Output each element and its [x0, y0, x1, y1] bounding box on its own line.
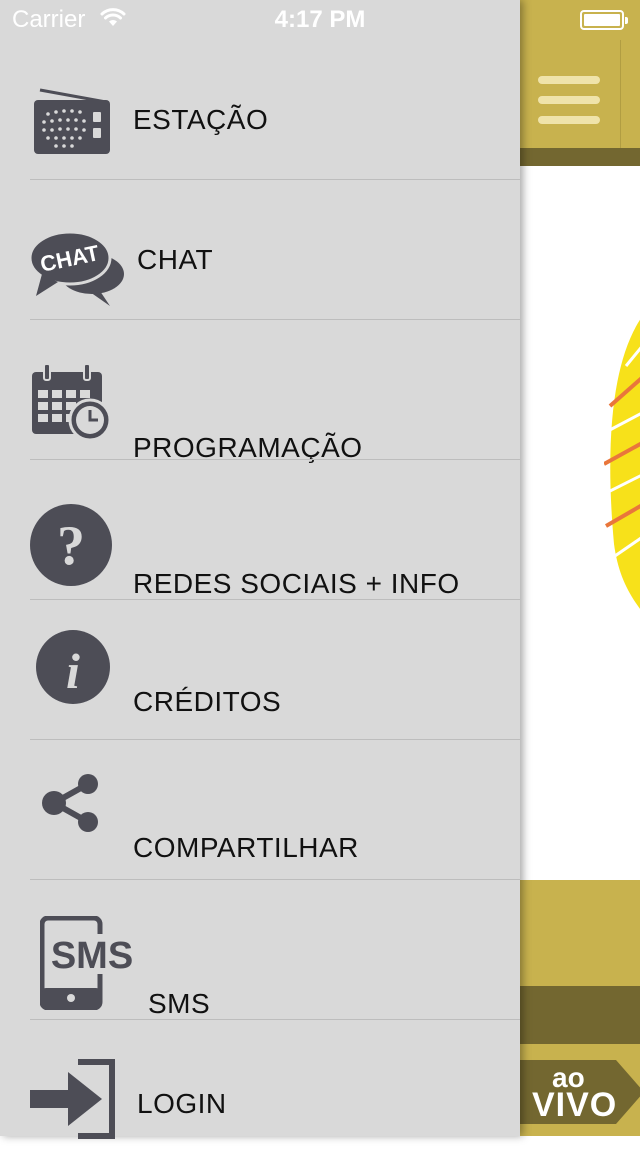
menu-item-redes-sociais[interactable]: ? REDES SOCIAIS + INFO	[0, 460, 520, 600]
hamburger-bar	[538, 96, 600, 104]
live-badge-line2: VIVO	[532, 1086, 618, 1124]
menu-item-chat[interactable]: CHAT CHAT	[0, 180, 520, 320]
hamburger-menu-button[interactable]	[520, 40, 621, 148]
menu-item-label: SMS	[148, 988, 211, 1019]
menu-item-sms[interactable]: SMS SMS	[0, 880, 520, 1020]
info-icon-text: i	[66, 643, 80, 699]
menu-item-label: CHAT	[137, 244, 214, 275]
menu-item-label: LOGIN	[137, 1088, 227, 1119]
question-icon: ?	[30, 504, 112, 586]
menu-item-label: COMPARTILHAR	[133, 832, 359, 863]
menu-item-compartilhar[interactable]: COMPARTILHAR	[0, 740, 520, 880]
station-logo	[604, 319, 640, 609]
hamburger-bar	[538, 76, 600, 84]
side-drawer: ESTAÇÃO CHAT CHAT PROGRAMAÇÃO ? REDES SO…	[0, 0, 520, 1139]
menu-item-label: REDES SOCIAIS + INFO	[133, 568, 460, 599]
menu-item-estacao[interactable]: ESTAÇÃO	[0, 40, 520, 180]
menu-item-programacao[interactable]: PROGRAMAÇÃO	[0, 320, 520, 463]
live-badge[interactable]: ao VIVO	[520, 1060, 640, 1124]
question-icon-text: ?	[57, 515, 85, 577]
sms-phone-icon: SMS	[40, 916, 134, 1010]
login-icon	[30, 1059, 115, 1139]
menu-item-label: ESTAÇÃO	[133, 104, 269, 135]
menu-item-label: CRÉDITOS	[133, 686, 282, 717]
calendar-clock-icon	[32, 363, 112, 442]
menu-item-login[interactable]: LOGIN	[0, 1020, 520, 1160]
live-badge-arrow	[616, 1060, 640, 1124]
share-icon	[42, 774, 98, 832]
menu-item-creditos[interactable]: i CRÉDITOS	[0, 600, 520, 740]
info-icon: i	[36, 630, 110, 704]
clock: 4:17 PM	[274, 6, 366, 33]
hamburger-bar	[538, 116, 600, 124]
battery-icon	[580, 10, 628, 30]
status-bar: Carrier 4:17 PM	[0, 0, 640, 40]
radio-icon	[34, 88, 110, 154]
chat-bubble-icon: CHAT	[28, 230, 124, 306]
sms-icon-text: SMS	[51, 935, 133, 977]
